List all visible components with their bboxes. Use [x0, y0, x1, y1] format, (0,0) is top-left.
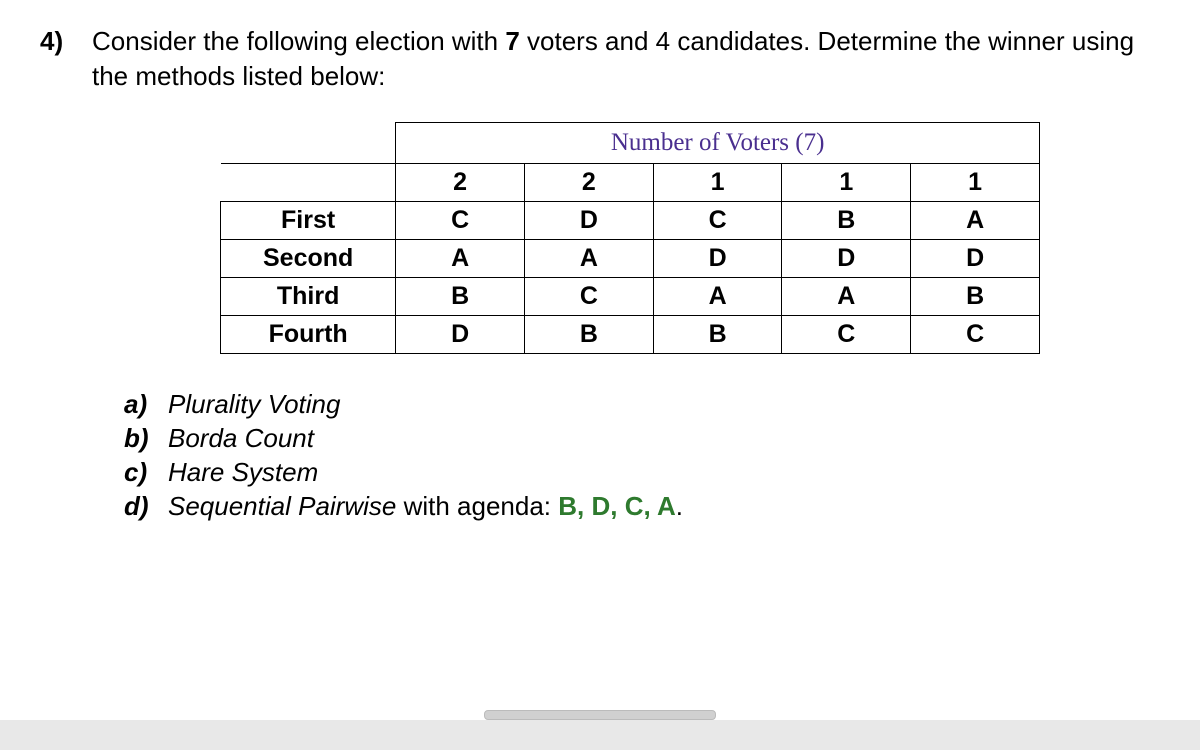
part-text: Sequential Pairwise with agenda: B, D, C…	[168, 490, 683, 524]
rank-label: Third	[221, 278, 396, 316]
part-label: b)	[124, 422, 168, 456]
voter-count-cell: 2	[525, 164, 654, 202]
table-row: First C D C B A	[221, 202, 1040, 240]
preference-table-wrap: Number of Voters (7) 2 2 1 1 1 First C D…	[220, 122, 1040, 354]
pref-cell: A	[782, 278, 911, 316]
question-number: 4)	[40, 24, 92, 59]
pref-cell: C	[396, 202, 525, 240]
table-counts-row: 2 2 1 1 1	[221, 164, 1040, 202]
part-d-suffix: with agenda:	[396, 491, 558, 521]
part-label: a)	[124, 388, 168, 422]
voter-count-cell: 1	[911, 164, 1040, 202]
rank-label: Second	[221, 240, 396, 278]
table-row: Third B C A A B	[221, 278, 1040, 316]
horizontal-scrollbar[interactable]	[484, 710, 716, 720]
part-text: Borda Count	[168, 422, 314, 456]
part-label: c)	[124, 456, 168, 490]
pref-cell: C	[911, 316, 1040, 354]
voter-count-cell: 1	[782, 164, 911, 202]
pref-cell: C	[653, 202, 782, 240]
question-body: Consider the following election with 7 v…	[92, 24, 1160, 94]
table-row: Second A A D D D	[221, 240, 1040, 278]
pref-cell: C	[782, 316, 911, 354]
pref-cell: B	[396, 278, 525, 316]
voter-count-cell: 2	[396, 164, 525, 202]
rank-label: First	[221, 202, 396, 240]
table-counts-blank	[221, 164, 396, 202]
preference-table: Number of Voters (7) 2 2 1 1 1 First C D…	[220, 122, 1040, 354]
part-d: d) Sequential Pairwise with agenda: B, D…	[124, 490, 1160, 524]
part-c: c) Hare System	[124, 456, 1160, 490]
pref-cell: D	[782, 240, 911, 278]
part-text: Hare System	[168, 456, 318, 490]
pref-cell: D	[911, 240, 1040, 278]
part-b: b) Borda Count	[124, 422, 1160, 456]
pref-cell: A	[396, 240, 525, 278]
pref-cell: B	[653, 316, 782, 354]
question-bold-1: 7	[505, 26, 519, 56]
part-d-agenda: B, D, C, A	[558, 491, 675, 521]
part-d-period: .	[676, 491, 683, 521]
question-text-1: Consider the following election with	[92, 26, 505, 56]
pref-cell: B	[782, 202, 911, 240]
part-d-method: Sequential Pairwise	[168, 491, 396, 521]
question-prompt: 4) Consider the following election with …	[40, 24, 1160, 94]
pref-cell: C	[525, 278, 654, 316]
pref-cell: A	[911, 202, 1040, 240]
part-a: a) Plurality Voting	[124, 388, 1160, 422]
pref-cell: D	[525, 202, 654, 240]
subparts-list: a) Plurality Voting b) Borda Count c) Ha…	[124, 388, 1160, 523]
page: 4) Consider the following election with …	[0, 0, 1200, 720]
table-row: Fourth D B B C C	[221, 316, 1040, 354]
pref-cell: B	[525, 316, 654, 354]
table-header-label: Number of Voters (7)	[396, 123, 1040, 164]
table-corner-blank	[221, 123, 396, 164]
part-label: d)	[124, 490, 168, 524]
table-header-row: Number of Voters (7)	[221, 123, 1040, 164]
pref-cell: D	[653, 240, 782, 278]
pref-cell: D	[396, 316, 525, 354]
part-text: Plurality Voting	[168, 388, 340, 422]
pref-cell: B	[911, 278, 1040, 316]
pref-cell: A	[653, 278, 782, 316]
voter-count-cell: 1	[653, 164, 782, 202]
pref-cell: A	[525, 240, 654, 278]
rank-label: Fourth	[221, 316, 396, 354]
